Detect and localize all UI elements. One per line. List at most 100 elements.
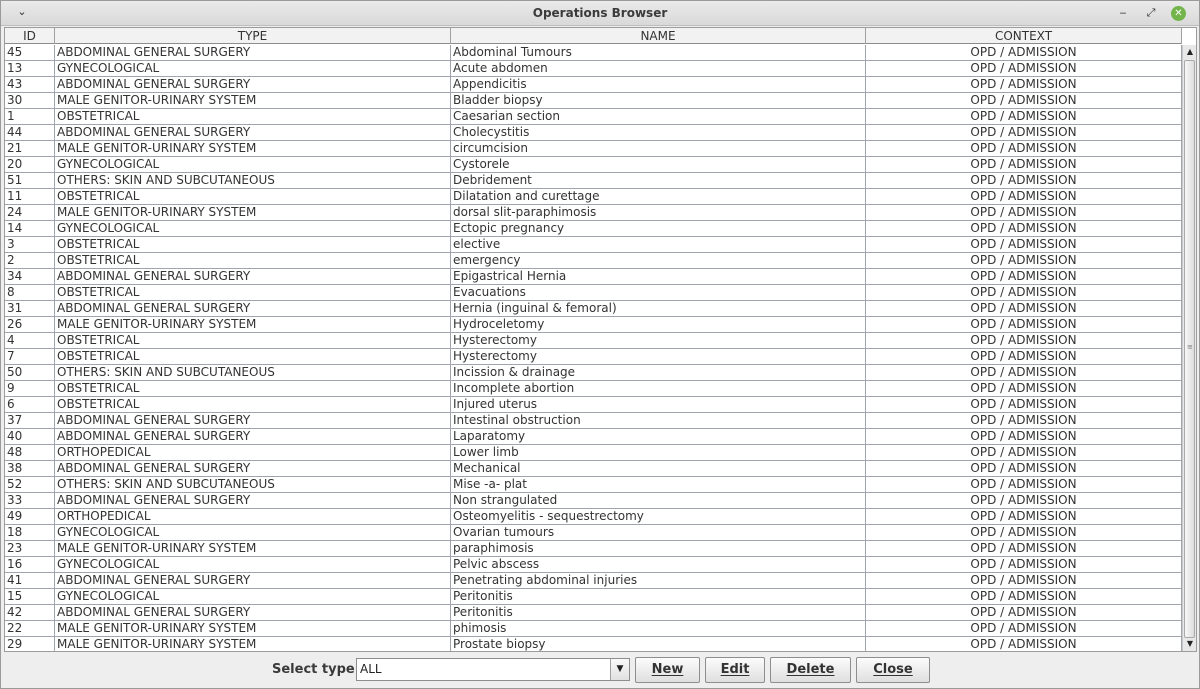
cell-type: MALE GENITOR-URINARY SYSTEM bbox=[55, 93, 451, 109]
type-select[interactable]: ALL ▼ bbox=[356, 658, 630, 681]
table-row[interactable]: 29 MALE GENITOR-URINARY SYSTEM Prostate bi… bbox=[5, 637, 1182, 651]
close-button[interactable]: Close bbox=[856, 657, 930, 683]
cell-type: MALE GENITOR-URINARY SYSTEM bbox=[55, 541, 451, 557]
cell-id: 2 bbox=[5, 253, 55, 269]
table-row[interactable]: 41 ABDOMINAL GENERAL SURGERY Penetrating a… bbox=[5, 573, 1182, 589]
table-row[interactable]: 52 OTHERS: SKIN AND SUBCUTANEOUS Mise -a- … bbox=[5, 477, 1182, 493]
column-header-name[interactable]: NAME bbox=[451, 28, 866, 44]
cell-id: 52 bbox=[5, 477, 55, 493]
table-row[interactable]: 9 OBSTETRICAL Incomplete abortion OPD / ADM… bbox=[5, 381, 1182, 397]
table-row[interactable]: 33 ABDOMINAL GENERAL SURGERY Non strangula… bbox=[5, 493, 1182, 509]
table-row[interactable]: 2 OBSTETRICAL emergency OPD / ADMISSION bbox=[5, 253, 1182, 269]
table-row[interactable]: 26 MALE GENITOR-URINARY SYSTEM Hydroceleto… bbox=[5, 317, 1182, 333]
column-header-type[interactable]: TYPE bbox=[55, 28, 451, 44]
table-row[interactable]: 48 ORTHOPEDICAL Lower limb OPD / ADMISSION bbox=[5, 445, 1182, 461]
cell-id: 15 bbox=[5, 589, 55, 605]
table-row[interactable]: 49 ORTHOPEDICAL Osteomyelitis - sequestrec… bbox=[5, 509, 1182, 525]
minimize-icon[interactable]: ‒ bbox=[1115, 5, 1131, 21]
cell-context: OPD / ADMISSION bbox=[866, 573, 1182, 589]
table-row[interactable]: 51 OTHERS: SKIN AND SUBCUTANEOUS Debrideme… bbox=[5, 173, 1182, 189]
cell-name: Osteomyelitis - sequestrectomy bbox=[451, 509, 866, 525]
column-header-id[interactable]: ID bbox=[5, 28, 55, 44]
cell-id: 9 bbox=[5, 381, 55, 397]
table-row[interactable]: 14 GYNECOLOGICAL Ectopic pregnancy OPD / AD… bbox=[5, 221, 1182, 237]
cell-id: 7 bbox=[5, 349, 55, 365]
table-row[interactable]: 6 OBSTETRICAL Injured uterus OPD / ADMISSIO… bbox=[5, 397, 1182, 413]
table-row[interactable]: 40 ABDOMINAL GENERAL SURGERY Laparatomy OPD… bbox=[5, 429, 1182, 445]
cell-type: GYNECOLOGICAL bbox=[55, 157, 451, 173]
cell-id: 49 bbox=[5, 509, 55, 525]
cell-context: OPD / ADMISSION bbox=[866, 477, 1182, 493]
scroll-up-icon[interactable]: ▲ bbox=[1183, 45, 1196, 59]
table-row[interactable]: 3 OBSTETRICAL elective OPD / ADMISSION bbox=[5, 237, 1182, 253]
cell-id: 50 bbox=[5, 365, 55, 381]
table-row[interactable]: 43 ABDOMINAL GENERAL SURGERY Appendicitis O… bbox=[5, 77, 1182, 93]
column-header-context[interactable]: CONTEXT bbox=[866, 28, 1182, 44]
cell-type: ABDOMINAL GENERAL SURGERY bbox=[55, 269, 451, 285]
table-row[interactable]: 8 OBSTETRICAL Evacuations OPD / ADMISSION bbox=[5, 285, 1182, 301]
cell-type: OBSTETRICAL bbox=[55, 189, 451, 205]
cell-context: OPD / ADMISSION bbox=[866, 413, 1182, 429]
table-row[interactable]: 7 OBSTETRICAL Hysterectomy OPD / ADMISSION bbox=[5, 349, 1182, 365]
cell-context: OPD / ADMISSION bbox=[866, 541, 1182, 557]
cell-name: Mechanical bbox=[451, 461, 866, 477]
table-row[interactable]: 34 ABDOMINAL GENERAL SURGERY Epigastrical … bbox=[5, 269, 1182, 285]
close-icon[interactable]: ✕ bbox=[1171, 6, 1186, 21]
operations-table[interactable]: ID TYPE NAME CONTEXT 45 ABDOMINAL GENERAL… bbox=[4, 27, 1197, 652]
cell-id: 43 bbox=[5, 77, 55, 93]
table-row[interactable]: 38 ABDOMINAL GENERAL SURGERY Mechanical OPD… bbox=[5, 461, 1182, 477]
cell-id: 16 bbox=[5, 557, 55, 573]
cell-name: Ovarian tumours bbox=[451, 525, 866, 541]
table-row[interactable]: 44 ABDOMINAL GENERAL SURGERY Cholecystitis… bbox=[5, 125, 1182, 141]
scroll-thumb[interactable]: ≡ bbox=[1184, 60, 1195, 638]
new-button[interactable]: New bbox=[635, 657, 700, 683]
table-row[interactable]: 15 GYNECOLOGICAL Peritonitis OPD / ADMISSIO… bbox=[5, 589, 1182, 605]
cell-id: 38 bbox=[5, 461, 55, 477]
table-row[interactable]: 4 OBSTETRICAL Hysterectomy OPD / ADMISSION bbox=[5, 333, 1182, 349]
table-row[interactable]: 45 ABDOMINAL GENERAL SURGERY Abdominal Tum… bbox=[5, 45, 1182, 61]
cell-type: MALE GENITOR-URINARY SYSTEM bbox=[55, 205, 451, 221]
dropdown-arrow-icon[interactable]: ▼ bbox=[610, 659, 629, 680]
cell-id: 3 bbox=[5, 237, 55, 253]
table-row[interactable]: 16 GYNECOLOGICAL Pelvic abscess OPD / ADMIS… bbox=[5, 557, 1182, 573]
cell-name: Injured uterus bbox=[451, 397, 866, 413]
maximize-icon[interactable]: ⤢ bbox=[1143, 5, 1159, 21]
cell-id: 23 bbox=[5, 541, 55, 557]
table-row[interactable]: 18 GYNECOLOGICAL Ovarian tumours OPD / ADMI… bbox=[5, 525, 1182, 541]
table-row[interactable]: 50 OTHERS: SKIN AND SUBCUTANEOUS Incission… bbox=[5, 365, 1182, 381]
table-row[interactable]: 13 GYNECOLOGICAL Acute abdomen OPD / ADMISS… bbox=[5, 61, 1182, 77]
scroll-down-icon[interactable]: ▼ bbox=[1183, 637, 1196, 651]
cell-type: ABDOMINAL GENERAL SURGERY bbox=[55, 45, 451, 61]
cell-context: OPD / ADMISSION bbox=[866, 493, 1182, 509]
table-row[interactable]: 37 ABDOMINAL GENERAL SURGERY Intestinal ob… bbox=[5, 413, 1182, 429]
cell-name: elective bbox=[451, 237, 866, 253]
cell-name: Intestinal obstruction bbox=[451, 413, 866, 429]
table-row[interactable]: 21 MALE GENITOR-URINARY SYSTEM circumcisio… bbox=[5, 141, 1182, 157]
delete-button[interactable]: Delete bbox=[770, 657, 851, 683]
table-row[interactable]: 20 GYNECOLOGICAL Cystorele OPD / ADMISSION bbox=[5, 157, 1182, 173]
table-row[interactable]: 22 MALE GENITOR-URINARY SYSTEM phimosis OPD… bbox=[5, 621, 1182, 637]
cell-type: OBSTETRICAL bbox=[55, 381, 451, 397]
table-row[interactable]: 23 MALE GENITOR-URINARY SYSTEM paraphimosi… bbox=[5, 541, 1182, 557]
table-row[interactable]: 42 ABDOMINAL GENERAL SURGERY Peritonitis OP… bbox=[5, 605, 1182, 621]
cell-id: 41 bbox=[5, 573, 55, 589]
table-row[interactable]: 24 MALE GENITOR-URINARY SYSTEM dorsal slit… bbox=[5, 205, 1182, 221]
cell-type: ABDOMINAL GENERAL SURGERY bbox=[55, 301, 451, 317]
cell-type: ABDOMINAL GENERAL SURGERY bbox=[55, 573, 451, 589]
cell-type: MALE GENITOR-URINARY SYSTEM bbox=[55, 621, 451, 637]
table-row[interactable]: 30 MALE GENITOR-URINARY SYSTEM Bladder bio… bbox=[5, 93, 1182, 109]
cell-context: OPD / ADMISSION bbox=[866, 397, 1182, 413]
cell-context: OPD / ADMISSION bbox=[866, 557, 1182, 573]
cell-name: Prostate biopsy bbox=[451, 637, 866, 651]
grip-icon: ≡ bbox=[1187, 343, 1193, 351]
table-row[interactable]: 31 ABDOMINAL GENERAL SURGERY Hernia (ingui… bbox=[5, 301, 1182, 317]
vertical-scrollbar[interactable]: ▲ ≡ ▼ bbox=[1182, 45, 1196, 651]
edit-button[interactable]: Edit bbox=[705, 657, 765, 683]
cell-context: OPD / ADMISSION bbox=[866, 333, 1182, 349]
cell-id: 29 bbox=[5, 637, 55, 651]
table-row[interactable]: 11 OBSTETRICAL Dilatation and curettage OPD… bbox=[5, 189, 1182, 205]
table-row[interactable]: 1 OBSTETRICAL Caesarian section OPD / ADMIS… bbox=[5, 109, 1182, 125]
cell-name: Pelvic abscess bbox=[451, 557, 866, 573]
cell-type: GYNECOLOGICAL bbox=[55, 557, 451, 573]
cell-name: Acute abdomen bbox=[451, 61, 866, 77]
